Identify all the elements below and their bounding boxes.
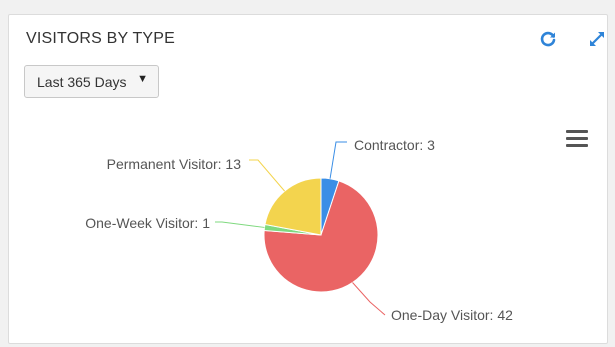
data-label-contractor: Contractor: 3 (354, 137, 435, 153)
visitors-pie-chart: Contractor: 3 One-Day Visitor: 42 One-Week… (85, 137, 513, 323)
connector-one-day-visitor (352, 282, 386, 316)
connector-contractor (329, 141, 347, 179)
pie-slice-permanent-visitor[interactable] (264, 177, 322, 236)
data-label-permanent-visitor: Permanent Visitor: 13 (107, 156, 242, 172)
connector-one-week-visitor (215, 221, 265, 228)
data-label-one-week-visitor: One-Week Visitor: 1 (85, 215, 210, 231)
connector-permanent-visitor (249, 159, 286, 192)
data-label-one-day-visitor: One-Day Visitor: 42 (391, 307, 513, 323)
